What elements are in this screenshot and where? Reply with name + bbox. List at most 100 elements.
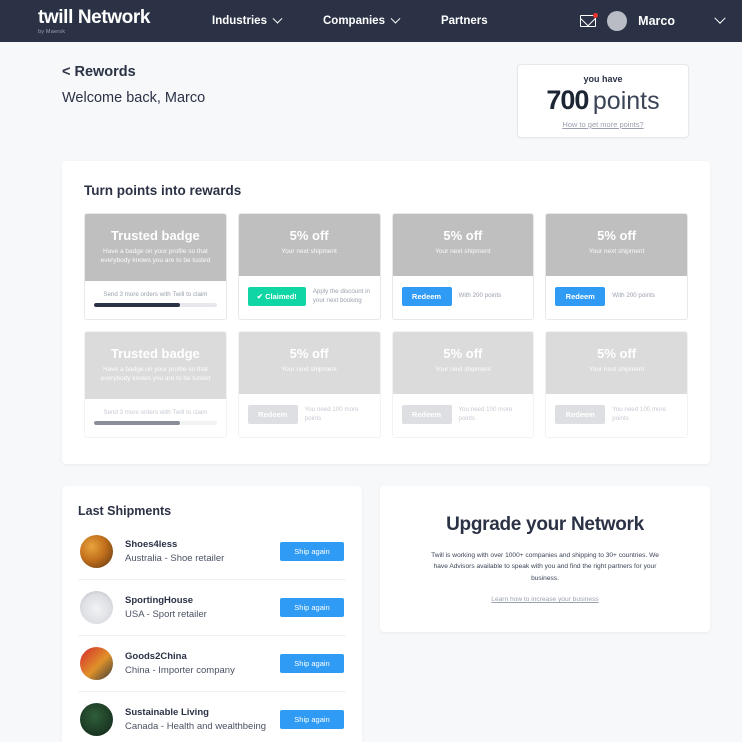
claimed-button[interactable]: ✔ Claimed! [247,287,306,307]
page-header-left: < Rewords Welcome back, Marco [62,64,517,106]
upgrade-description: Twill is working with over 1000+ compani… [431,551,659,582]
ship-again-button[interactable]: Ship again [280,597,344,617]
ship-again-button[interactable]: Ship again [280,541,344,561]
reward-card-subtitle: Your next shipment [588,365,645,373]
user-menu-chevron-down-icon[interactable] [714,12,726,24]
reward-card-header: 5% off Your next shipment [238,331,380,394]
list-item[interactable]: SportingHouse USA - Sport retailer Ship … [78,580,346,636]
company-avatar [80,590,113,624]
company-name: Sustainable Living [125,706,209,718]
nav-label-companies: Companies [322,15,385,27]
company-meta: Australia - Shoe retailer [125,552,225,564]
last-shipments-title: Last Shipments [78,503,172,518]
notification-dot-icon [593,12,599,18]
top-navigation-bar: twill Network by Maersk Industries Compa… [0,0,742,42]
reward-card[interactable]: 5% off Your next shipment Redeem With 20… [545,213,688,320]
reward-card[interactable]: 5% off Your next shipment Redeem You nee… [545,330,688,438]
reward-card-subtitle: Your next shipment [435,365,491,373]
ship-again-button[interactable]: Ship again [280,709,344,729]
reward-note: Apply the discount in your next booking [312,287,370,304]
reward-card-subtitle: Have a badge on your profile so that eve… [100,365,211,383]
learn-more-link[interactable]: Learn how to increase your business [491,596,598,603]
brand-logo[interactable]: twill Network by Maersk [38,8,150,35]
redeem-button[interactable]: Redeem [555,287,606,307]
reward-card-footer: Redeem With 200 points [392,276,534,319]
nav-item-industries[interactable]: Industries [212,13,283,27]
reward-card[interactable]: 5% off Your next shipment Redeem You nee… [391,330,535,438]
rewards-panel-title: Turn points into rewards [84,183,242,198]
redeem-button-disabled: Redeem [555,405,606,425]
chevron-down-icon [390,13,401,24]
reward-card[interactable]: Trusted badge Have a badge on your profi… [84,330,227,438]
shipment-info: Sustainable Living Canada - Health and w… [125,707,268,732]
messages-button[interactable] [580,12,599,28]
page-header: < Rewords Welcome back, Marco you have 7… [0,42,742,138]
nav-item-partners[interactable]: Partners [441,15,488,27]
company-meta: USA - Sport retailer [125,608,207,620]
nav-label-partners: Partners [440,15,488,27]
reward-card[interactable]: 5% off Your next shipment Redeem You nee… [237,330,381,438]
reward-card-header: 5% off Your next shipment [238,214,380,276]
reward-progress-text: Send 3 more orders with Twill to claim [103,291,208,299]
reward-card-title: 5% off [443,345,483,361]
logo-word-twill: twill [38,6,73,28]
reward-note: With 200 points [612,292,655,300]
reward-progress-bar [94,303,217,308]
reward-card[interactable]: Trusted badge Have a badge on your profi… [84,213,227,320]
nav-right-group: Marco [580,11,726,31]
company-meta: China - Importer company [125,664,235,676]
reward-card-title: 5% off [597,345,637,361]
reward-card[interactable]: 5% off Your next shipment Redeem With 20… [391,213,535,320]
reward-card-subtitle: Your next shipment [281,365,337,373]
nav-item-companies[interactable]: Companies [322,13,401,27]
list-item[interactable]: Shoes4less Australia - Shoe retailer Shi… [78,524,346,580]
bottom-section: Last Shipments Shoes4less Australia - Sh… [62,485,710,742]
reward-card-footer: Redeem You need 100 more points [392,393,534,437]
list-item[interactable]: Goods2China China - Importer company Shi… [78,636,346,692]
company-avatar [80,646,113,680]
logo-text: twill Network [38,8,150,27]
reward-card-subtitle: Your next shipment [588,248,645,255]
welcome-message: Welcome back, Marco [62,90,206,106]
reward-card[interactable]: 5% off Your next shipment ✔ Claimed! App… [237,213,381,320]
points-value: 700 [546,85,589,115]
reward-progress-bar [94,421,217,426]
shipment-info: Shoes4less Australia - Shoe retailer [125,539,268,564]
rewards-panel: Turn points into rewards Trusted badge H… [62,161,710,464]
chevron-down-icon [272,13,283,24]
company-avatar [80,702,113,736]
list-item[interactable]: Sustainable Living Canada - Health and w… [78,692,346,742]
reward-card-title: 5% off [597,228,637,243]
points-value-row: 700 points [528,85,678,116]
reward-card-footer: Send 3 more orders with Twill to claim [85,398,226,437]
reward-card-subtitle: Your next shipment [435,248,491,255]
nav-label-industries: Industries [212,15,267,27]
reward-card-subtitle: Your next shipment [281,248,337,255]
ship-again-button[interactable]: Ship again [280,653,344,673]
upgrade-network-panel: Upgrade your Network Twill is working wi… [380,485,710,633]
user-name-label: Marco [638,14,675,28]
how-to-get-points-link[interactable]: How to get more points? [528,120,678,129]
reward-note: You need 100 more points [612,405,667,422]
company-avatar [80,534,113,568]
reward-card-header: 5% off Your next shipment [546,214,687,276]
company-name: SportingHouse [125,594,194,606]
reward-card-footer: Redeem With 200 points [546,276,687,319]
reward-card-footer: Redeem You need 100 more points [238,393,380,437]
reward-card-footer: Redeem You need 100 more points [546,393,687,437]
points-label: you have [583,74,623,84]
avatar[interactable] [607,11,628,31]
reward-progress-fill [94,421,180,426]
redeem-button-disabled: Redeem [401,405,452,425]
rewards-grid-row-2: Trusted badge Have a badge on your profi… [84,330,688,438]
reward-card-title: Trusted badge [110,228,200,243]
reward-note: With 200 points [458,292,502,300]
rewards-grid-row-1: Trusted badge Have a badge on your profi… [84,213,688,320]
breadcrumb[interactable]: < Rewords [62,64,517,80]
redeem-button[interactable]: Redeem [401,287,452,307]
reward-progress-fill [94,303,180,308]
reward-card-header: Trusted badge Have a badge on your profi… [85,214,226,281]
reward-card-footer: ✔ Claimed! Apply the discount in your ne… [238,276,380,319]
reward-card-subtitle: Have a badge on your profile so that eve… [100,248,211,265]
last-shipments-panel: Last Shipments Shoes4less Australia - Sh… [62,485,362,742]
